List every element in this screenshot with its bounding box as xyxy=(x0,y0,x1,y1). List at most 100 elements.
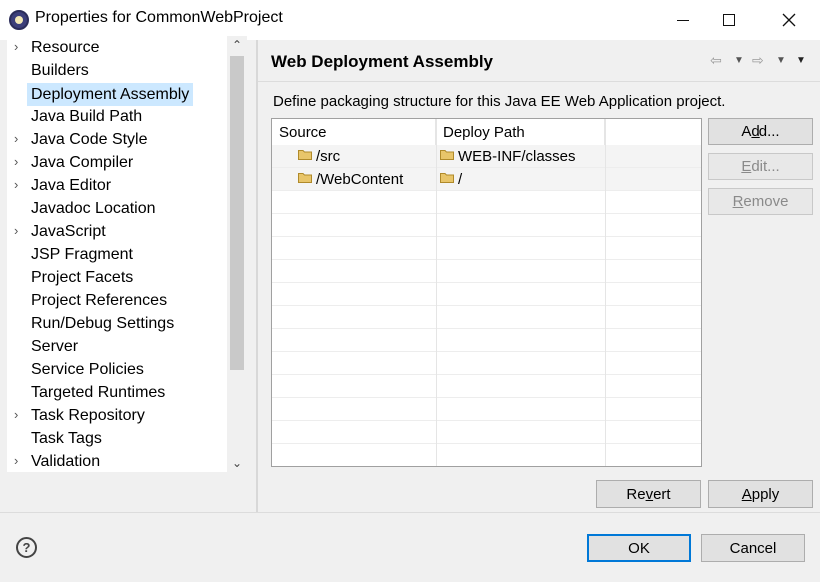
add-button[interactable]: Ad d... xyxy=(708,118,813,145)
maximize-icon xyxy=(723,14,735,26)
table-row[interactable] xyxy=(272,191,701,214)
column-header-empty xyxy=(605,119,701,145)
button-label: dit... xyxy=(751,158,780,175)
mnemonic: R xyxy=(732,193,744,210)
remove-button[interactable]: Remove xyxy=(708,188,813,215)
maximize-button[interactable] xyxy=(706,0,752,40)
table-row[interactable] xyxy=(272,398,701,421)
tree-item[interactable]: Project References xyxy=(7,290,227,313)
table-row[interactable] xyxy=(272,283,701,306)
tree-item[interactable]: › JavaScript xyxy=(7,221,227,244)
tree-item[interactable]: Run/Debug Settings xyxy=(7,313,227,336)
chevron-right-icon[interactable]: › xyxy=(14,154,24,169)
tree-item[interactable]: › Java Code Style xyxy=(7,129,227,152)
tree-item[interactable]: Builders xyxy=(7,60,227,83)
ok-button[interactable]: OK xyxy=(587,534,691,562)
scroll-thumb[interactable] xyxy=(230,56,244,370)
table-row[interactable]: /WebContent / xyxy=(272,168,701,191)
tree-item[interactable]: Server xyxy=(7,336,227,359)
folder-icon xyxy=(298,150,312,160)
tree-item-label: Validation xyxy=(31,453,101,470)
source-cell: /src xyxy=(316,148,341,165)
forward-arrow-icon[interactable]: ⇨ xyxy=(752,52,764,69)
footer-divider xyxy=(0,512,820,513)
back-dropdown-icon[interactable]: ▼ xyxy=(734,55,744,66)
tree-item-label: Builders xyxy=(31,62,89,79)
tree-item-label: JSP Fragment xyxy=(31,246,133,263)
chevron-right-icon[interactable]: › xyxy=(14,177,24,192)
cancel-button[interactable]: Cancel xyxy=(701,534,805,562)
column-header-deploy-path[interactable]: Deploy Path xyxy=(436,119,605,145)
column-header-source[interactable]: Source ⌃ xyxy=(272,119,436,145)
button-label: OK xyxy=(628,539,650,557)
chevron-right-icon[interactable]: › xyxy=(14,223,24,238)
mnemonic: A xyxy=(741,485,752,503)
table-row[interactable] xyxy=(272,260,701,283)
column-divider xyxy=(436,119,437,466)
table-row[interactable] xyxy=(272,375,701,398)
table-row[interactable] xyxy=(272,444,701,466)
chevron-right-icon[interactable]: › xyxy=(14,131,24,146)
chevron-right-icon[interactable]: › xyxy=(14,407,24,422)
tree-scrollbar[interactable]: ⌃ ⌄ xyxy=(227,36,247,472)
tree-item[interactable]: Project Facets xyxy=(7,267,227,290)
table-row[interactable] xyxy=(272,421,701,444)
tree-item-label: Java Compiler xyxy=(31,154,134,171)
tree-item[interactable]: › Java Editor xyxy=(7,175,227,198)
column-label: Source xyxy=(279,124,327,141)
button-label: ert xyxy=(653,485,671,503)
tree-item[interactable]: Deployment Assembly xyxy=(7,83,227,106)
apply-button[interactable]: Apply xyxy=(708,480,813,508)
revert-button[interactable]: Re v ert xyxy=(596,480,701,508)
table-row[interactable] xyxy=(272,352,701,375)
tree-item[interactable]: Service Policies xyxy=(7,359,227,382)
folder-icon xyxy=(440,173,454,183)
view-menu-icon[interactable]: ▼ xyxy=(796,55,806,66)
edit-button[interactable]: Edit... xyxy=(708,153,813,180)
tree-item-label: Server xyxy=(31,338,79,355)
table-row[interactable] xyxy=(272,329,701,352)
assembly-table[interactable]: Source ⌃ Deploy Path /src WEB-INF/classes… xyxy=(271,118,702,467)
source-cell: /WebContent xyxy=(316,171,404,188)
close-button[interactable] xyxy=(766,0,812,40)
tree-item[interactable]: JSP Fragment xyxy=(7,244,227,267)
tree-item-label: Task Repository xyxy=(31,407,145,424)
button-label: A xyxy=(741,123,752,140)
tree-item-label: Run/Debug Settings xyxy=(31,315,175,332)
table-row[interactable] xyxy=(272,306,701,329)
button-label: emove xyxy=(743,193,789,210)
minimize-button[interactable] xyxy=(660,0,706,40)
column-label: Deploy Path xyxy=(443,124,525,141)
table-row[interactable] xyxy=(272,214,701,237)
button-label: d... xyxy=(758,123,780,140)
tree-item[interactable]: Java Build Path xyxy=(7,106,227,129)
button-label: pply xyxy=(751,485,780,503)
sort-ascending-icon: ⌃ xyxy=(350,118,361,128)
tree-item-label: Javadoc Location xyxy=(31,200,156,217)
pane-splitter[interactable] xyxy=(256,40,258,512)
chevron-right-icon[interactable]: › xyxy=(14,39,24,54)
chevron-right-icon[interactable]: › xyxy=(14,453,24,468)
help-icon[interactable]: ? xyxy=(16,537,37,558)
table-row[interactable]: /src WEB-INF/classes xyxy=(272,145,701,168)
chevron-down-icon[interactable]: ⌄ xyxy=(227,454,247,472)
tree-item[interactable]: › Java Compiler xyxy=(7,152,227,175)
tree-item[interactable]: › Task Repository xyxy=(7,405,227,428)
deploy-path-cell: WEB-INF/classes xyxy=(458,148,576,165)
tree-item[interactable]: › Resource xyxy=(7,37,227,60)
category-tree: › Resource Builders Deployment Assembly Java… xyxy=(7,36,247,472)
tree-item-label: Deployment Assembly xyxy=(27,83,194,106)
tree-item[interactable]: Task Tags xyxy=(7,428,227,451)
tree-item-label: Service Policies xyxy=(31,361,144,378)
table-row[interactable] xyxy=(272,237,701,260)
forward-dropdown-icon[interactable]: ▼ xyxy=(776,55,786,66)
tree-item[interactable]: Targeted Runtimes xyxy=(7,382,227,405)
tree-item[interactable]: › Validation xyxy=(7,451,227,472)
deploy-path-cell: / xyxy=(458,171,463,188)
tree-item-label: Targeted Runtimes xyxy=(31,384,166,401)
title-bar: Properties for CommonWebProject xyxy=(0,0,820,40)
chevron-up-icon[interactable]: ⌃ xyxy=(227,36,247,54)
tree-item[interactable]: Javadoc Location xyxy=(7,198,227,221)
back-arrow-icon[interactable]: ⇦ xyxy=(710,52,722,69)
button-label: Cancel xyxy=(729,539,777,557)
